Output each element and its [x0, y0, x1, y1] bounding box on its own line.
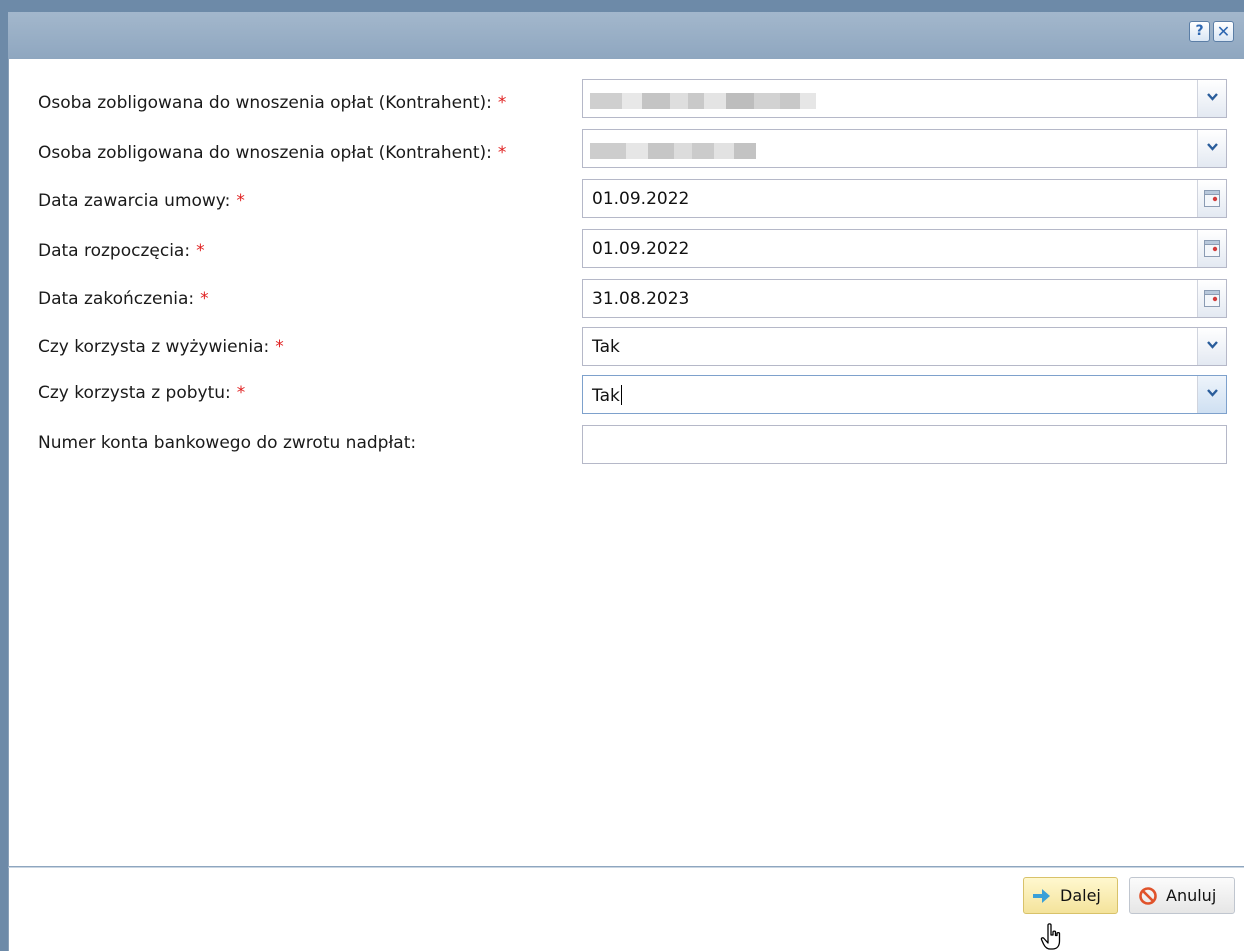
stay-combo[interactable]: Tak [582, 375, 1227, 414]
start-date-value: 01.09.2022 [592, 239, 690, 259]
redacted-value [590, 143, 756, 159]
cancel-button-label: Anuluj [1166, 886, 1217, 905]
next-button-label: Dalej [1060, 886, 1101, 905]
required-marker: * [236, 191, 245, 211]
required-marker: * [275, 337, 284, 357]
required-marker: * [497, 143, 507, 163]
required-marker: * [196, 241, 205, 261]
chevron-down-icon [1207, 93, 1218, 101]
end-date-value: 31.08.2023 [592, 289, 690, 309]
contractor-1-label: Osoba zobligowana do wnoszenia opłat (Ko… [38, 93, 507, 113]
stay-value: Tak [592, 385, 622, 406]
bank-account-label: Numer konta bankowego do zwrotu nadpłat: [38, 433, 417, 453]
contractor-2-label: Osoba zobligowana do wnoszenia opłat (Ko… [38, 143, 507, 163]
contractor-1-combo[interactable] [582, 79, 1227, 118]
dropdown-trigger[interactable] [1197, 376, 1226, 413]
meals-value: Tak [592, 337, 620, 357]
chevron-down-icon [1207, 143, 1218, 151]
cancel-button[interactable]: Anuluj [1129, 877, 1235, 914]
next-button[interactable]: Dalej [1023, 877, 1118, 914]
contract-date-label: Data zawarcia umowy: * [38, 191, 245, 211]
calendar-trigger[interactable] [1197, 230, 1226, 267]
bank-account-input[interactable] [582, 425, 1227, 464]
contractor-2-combo[interactable] [582, 129, 1227, 168]
dropdown-trigger[interactable] [1197, 80, 1226, 117]
dropdown-trigger[interactable] [1197, 328, 1226, 365]
end-date-field[interactable]: 31.08.2023 [582, 279, 1227, 318]
close-icon[interactable]: ✕ [1213, 21, 1234, 42]
chevron-down-icon [1207, 341, 1218, 349]
start-date-label: Data rozpoczęcia: * [38, 241, 205, 261]
required-marker: * [236, 383, 246, 403]
redacted-value [590, 93, 816, 109]
calendar-icon [1204, 290, 1220, 307]
dialog-titlebar: ? ✕ [8, 12, 1244, 58]
help-icon[interactable]: ? [1189, 21, 1210, 42]
chevron-down-icon [1207, 389, 1218, 397]
contract-date-field[interactable]: 01.09.2022 [582, 179, 1227, 218]
calendar-icon [1204, 190, 1220, 207]
cancel-icon [1139, 887, 1157, 905]
stay-label: Czy korzysta z pobytu: * [38, 383, 246, 403]
hand-cursor-icon [1040, 923, 1061, 950]
calendar-trigger[interactable] [1197, 280, 1226, 317]
start-date-field[interactable]: 01.09.2022 [582, 229, 1227, 268]
meals-label: Czy korzysta z wyżywienia: * [38, 337, 284, 357]
meals-combo[interactable]: Tak [582, 327, 1227, 366]
dropdown-trigger[interactable] [1197, 130, 1226, 167]
calendar-trigger[interactable] [1197, 180, 1226, 217]
arrow-right-icon [1033, 889, 1050, 903]
calendar-icon [1204, 240, 1220, 257]
required-marker: * [200, 289, 209, 309]
end-date-label: Data zakończenia: * [38, 289, 209, 309]
dialog-window: ? ✕ Osoba zobligowana do wnoszenia opłat… [8, 12, 1244, 951]
form-panel: Osoba zobligowana do wnoszenia opłat (Ko… [8, 59, 1244, 866]
text-caret [620, 385, 622, 405]
required-marker: * [497, 93, 507, 113]
contract-date-value: 01.09.2022 [592, 189, 690, 209]
